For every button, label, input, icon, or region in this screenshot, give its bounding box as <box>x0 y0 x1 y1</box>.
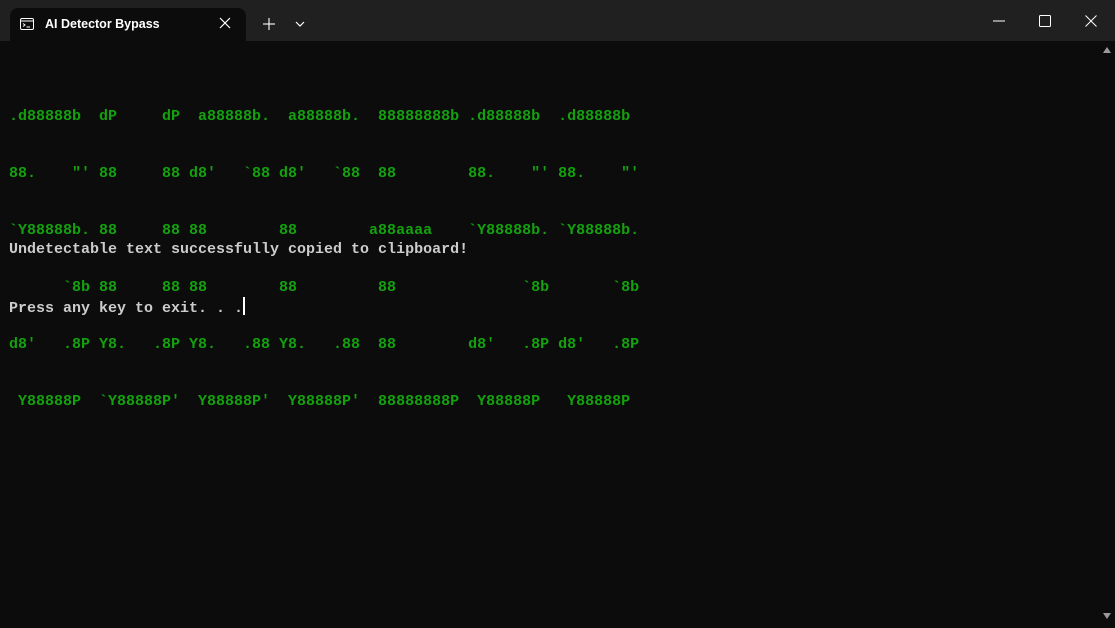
success-message: Undetectable text successfully copied to… <box>9 241 469 258</box>
scroll-up-arrow-icon[interactable] <box>1103 47 1111 53</box>
scroll-down-arrow-icon[interactable] <box>1103 613 1111 619</box>
scrollbar[interactable] <box>1099 41 1115 628</box>
tab-ai-detector-bypass[interactable]: AI Detector Bypass <box>10 8 246 41</box>
close-window-icon[interactable] <box>1085 15 1097 27</box>
terminal-icon <box>20 18 34 30</box>
prompt-line: Press any key to exit. . . <box>9 297 468 317</box>
terminal-output: Undetectable text successfully copied to… <box>9 202 468 354</box>
banner-line: .d88888b dP dP a88888b. a88888b. 8888888… <box>9 108 631 125</box>
maximize-icon[interactable] <box>1039 15 1051 27</box>
terminal-window: AI Detector Bypass .d88888b dP dP a88888… <box>0 0 1115 628</box>
chevron-down-icon[interactable] <box>293 19 307 29</box>
new-tab-plus-icon[interactable] <box>262 17 276 31</box>
banner-line: Y88888P `Y88888P' Y88888P' Y88888P' 8888… <box>9 393 631 410</box>
minimize-icon[interactable] <box>993 20 1005 22</box>
prompt-message: Press any key to exit. . . <box>9 300 244 317</box>
close-tab-icon[interactable] <box>218 16 232 30</box>
text-cursor <box>243 297 246 315</box>
tab-title: AI Detector Bypass <box>45 17 160 31</box>
banner-line: 88. "' 88 88 d8' `88 d8' `88 88 88. "' 8… <box>9 165 640 182</box>
terminal-content[interactable]: .d88888b dP dP a88888b. a88888b. 8888888… <box>0 41 1099 628</box>
title-bar: AI Detector Bypass <box>0 0 1115 41</box>
